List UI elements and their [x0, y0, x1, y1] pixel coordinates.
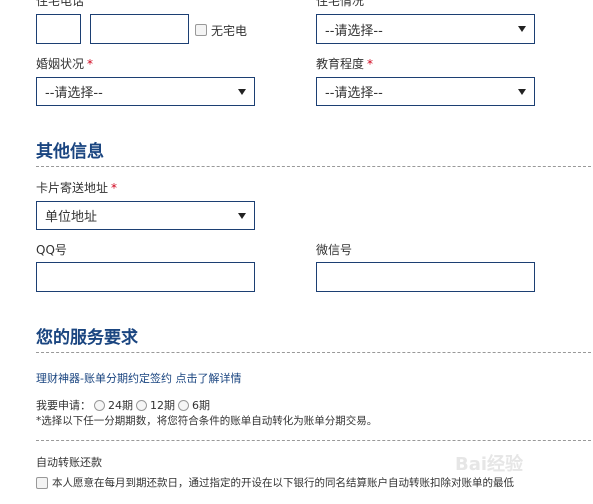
autopay-text: 本人愿意在每月到期还款日，通过指定的开设在以下银行的同名结算账户自动转账扣除对账…: [52, 477, 514, 489]
option-6-label: 6期: [192, 399, 210, 412]
apply-label: 我要申请：: [36, 399, 91, 412]
autopay-label: 自动转账还款: [36, 456, 102, 469]
section-divider: [36, 352, 591, 353]
area-code-input[interactable]: [36, 14, 81, 44]
other-info-title: 其他信息: [36, 142, 104, 162]
wechat-label: 微信号: [316, 243, 353, 257]
required-mark: *: [111, 181, 118, 195]
chevron-down-icon: [238, 88, 246, 95]
education-label-row: 教育程度 *: [316, 55, 373, 72]
education-select[interactable]: --请选择--: [316, 77, 535, 106]
qq-input[interactable]: [36, 262, 255, 292]
radio-12[interactable]: [136, 399, 147, 411]
card-address-label: 卡片寄送地址: [36, 181, 109, 195]
no-home-phone-label: 无宅电: [211, 24, 248, 38]
radio-24[interactable]: [94, 399, 105, 411]
education-select-value: --请选择--: [325, 86, 383, 101]
marital-label: 婚姻状况: [36, 57, 85, 71]
service-title: 您的服务要求: [36, 328, 138, 348]
education-label: 教育程度: [316, 57, 365, 71]
watermark-logo: Bai经验: [455, 454, 524, 475]
marital-select[interactable]: --请选择--: [36, 77, 255, 106]
required-mark: *: [87, 57, 94, 71]
housing-select-value: --请选择--: [325, 23, 383, 39]
option-12-label: 12期: [150, 399, 175, 412]
installment-options: 我要申请： 24期 12期 6期: [36, 397, 210, 413]
home-phone-label: 住宅电话: [36, 0, 85, 8]
wechat-input[interactable]: [316, 262, 535, 292]
marital-select-value: --请选择--: [45, 86, 103, 101]
section-divider: [36, 440, 591, 441]
radio-6[interactable]: [178, 399, 189, 411]
required-mark: *: [367, 57, 374, 71]
chevron-down-icon: [238, 212, 246, 219]
housing-select[interactable]: --请选择--: [316, 14, 535, 44]
chevron-down-icon: [518, 88, 526, 95]
section-divider: [36, 166, 591, 167]
chevron-down-icon: [518, 26, 526, 32]
card-address-select-value: 单位地址: [45, 210, 98, 225]
promo-link[interactable]: 理财神器-账单分期约定签约 点击了解详情: [36, 370, 241, 386]
card-address-label-row: 卡片寄送地址 *: [36, 179, 117, 196]
home-phone-input[interactable]: [90, 14, 189, 44]
marital-label-row: 婚姻状况 *: [36, 55, 93, 72]
qq-label: QQ号: [36, 243, 67, 257]
card-address-select[interactable]: 单位地址: [36, 201, 255, 230]
housing-label: 住宅情况: [316, 0, 365, 8]
no-home-phone-checkbox[interactable]: [195, 24, 207, 36]
installment-note: *选择以下任一分期期数，将您符合条件的账单自动转化为账单分期交易。: [36, 415, 378, 427]
autopay-checkbox[interactable]: [36, 477, 48, 489]
option-24-label: 24期: [108, 399, 133, 412]
